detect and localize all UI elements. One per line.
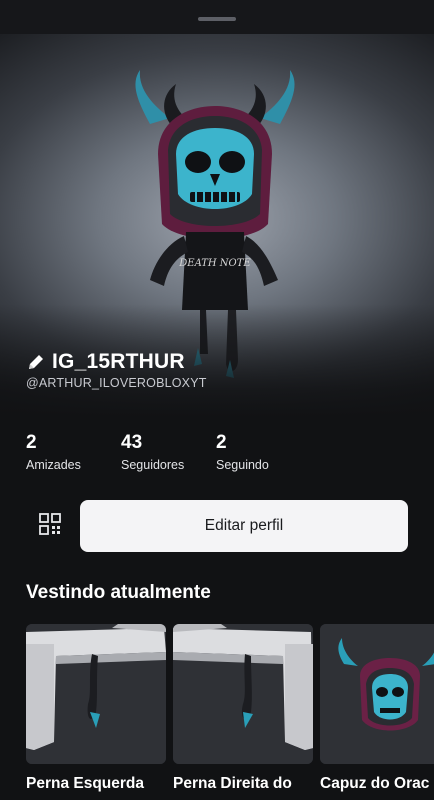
qr-code-icon xyxy=(39,513,61,535)
qr-code-button[interactable] xyxy=(32,506,68,542)
wearing-carousel[interactable]: Perna Esquerda Perna Direita do Capuz do… xyxy=(26,624,434,800)
item-name: Perna Direita do xyxy=(173,775,292,792)
section-title-wearing: Vestindo atualmente xyxy=(26,582,211,603)
wearing-item-hood[interactable]: Capuz do Orac xyxy=(320,624,434,793)
stat-following-label: Seguindo xyxy=(216,458,269,472)
display-name: IG_15RTHUR xyxy=(52,350,185,373)
stat-friends-label: Amizades xyxy=(26,458,81,472)
item-name: Capuz do Orac xyxy=(320,775,430,792)
item-thumbnail xyxy=(320,624,434,764)
sheet-header xyxy=(0,0,434,34)
stat-friends[interactable]: 2 Amizades xyxy=(26,432,81,472)
avatar-shirt-text: DEATH NOTE xyxy=(178,258,251,269)
stat-followers-label: Seguidores xyxy=(121,458,185,472)
item-name: Perna Esquerda xyxy=(26,775,145,792)
stat-followers-count: 43 xyxy=(121,432,143,453)
edit-profile-button[interactable]: Editar perfil xyxy=(80,500,408,552)
stat-following-count: 2 xyxy=(216,432,227,453)
stat-friends-count: 2 xyxy=(26,432,37,453)
stat-following[interactable]: 2 Seguindo xyxy=(216,432,269,472)
item-thumbnail xyxy=(26,624,166,764)
display-name-row[interactable]: IG_15RTHUR xyxy=(26,348,185,376)
username: @ARTHUR_ILOVEROBLOXYT xyxy=(26,376,207,390)
wearing-item-right-leg[interactable]: Perna Direita do xyxy=(173,624,313,793)
item-thumbnail xyxy=(173,624,313,764)
stat-followers[interactable]: 43 Seguidores xyxy=(121,432,184,472)
pencil-icon[interactable] xyxy=(26,352,46,372)
drag-handle[interactable] xyxy=(198,17,236,21)
wearing-item-left-leg[interactable]: Perna Esquerda xyxy=(26,624,166,793)
